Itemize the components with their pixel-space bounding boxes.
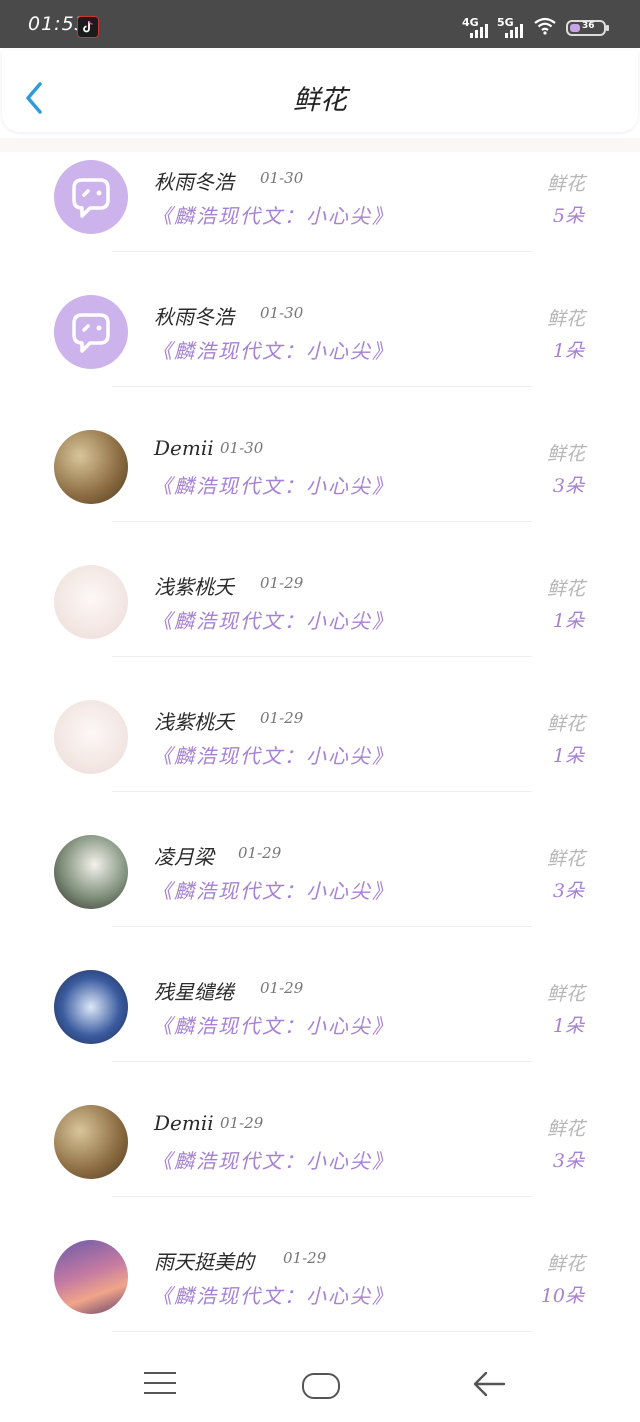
avatar[interactable]: [54, 1105, 128, 1179]
menu-icon[interactable]: [144, 1372, 176, 1396]
list-item[interactable]: 秋雨冬浩 01-30 《麟浩现代文：小心尖》 鲜花 5朵: [0, 152, 640, 287]
book-title-link[interactable]: 《麟浩现代文：小心尖》: [152, 875, 394, 904]
gift-type: 鲜花: [546, 983, 585, 1005]
gift-count: 3朵: [552, 1150, 584, 1172]
home-icon[interactable]: [302, 1373, 340, 1399]
gift-type: 鲜花: [546, 578, 585, 600]
book-title-link[interactable]: 《麟浩现代文：小心尖》: [152, 1010, 394, 1039]
gift-type: 鲜花: [546, 1253, 585, 1275]
date: 01-29: [238, 844, 282, 862]
book-title-link[interactable]: 《麟浩现代文：小心尖》: [152, 1280, 394, 1309]
divider: [112, 521, 532, 522]
wifi-icon: [534, 17, 556, 35]
gift-count: 1朵: [552, 1015, 584, 1037]
signal-bars-5g-icon: [505, 24, 523, 38]
date: 01-29: [260, 709, 304, 727]
divider: [112, 386, 532, 387]
username: 凌月梁: [154, 845, 214, 869]
username: 残星缱绻: [154, 980, 234, 1004]
chat-bubble-icon: [72, 313, 110, 353]
list-item[interactable]: Demii 01-29 《麟浩现代文：小心尖》 鲜花 3朵: [0, 1097, 640, 1232]
gift-count: 1朵: [552, 745, 584, 767]
username: 秋雨冬浩: [154, 170, 234, 194]
list-item[interactable]: Demii 01-30 《麟浩现代文：小心尖》 鲜花 3朵: [0, 422, 640, 557]
back-arrow-icon[interactable]: [472, 1370, 506, 1398]
gift-count: 3朵: [552, 880, 584, 902]
avatar[interactable]: [54, 970, 128, 1044]
date: 01-29: [260, 979, 304, 997]
divider: [112, 656, 532, 657]
username: 浅紫桃夭: [154, 710, 234, 734]
gift-type: 鲜花: [546, 713, 585, 735]
date: 01-30: [260, 304, 304, 322]
tiktok-notification-icon: [77, 16, 99, 38]
gift-count: 10朵: [540, 1285, 584, 1307]
book-title-link[interactable]: 《麟浩现代文：小心尖》: [152, 200, 394, 229]
divider: [112, 1061, 532, 1062]
list-item[interactable]: 秋雨冬浩 01-30 《麟浩现代文：小心尖》 鲜花 1朵: [0, 287, 640, 422]
page-title: 鲜花: [293, 85, 347, 116]
date: 01-29: [283, 1249, 327, 1267]
avatar[interactable]: [54, 430, 128, 504]
book-title-link[interactable]: 《麟浩现代文：小心尖》: [152, 1145, 394, 1174]
list-item[interactable]: 凌月梁 01-29 《麟浩现代文：小心尖》 鲜花 3朵: [0, 827, 640, 962]
date: 01-30: [220, 439, 264, 457]
avatar[interactable]: [54, 565, 128, 639]
username: 秋雨冬浩: [154, 305, 234, 329]
gift-list: 秋雨冬浩 01-30 《麟浩现代文：小心尖》 鲜花 5朵 秋雨冬浩 01-30 …: [0, 152, 640, 1367]
avatar[interactable]: [54, 295, 128, 369]
avatar[interactable]: [54, 160, 128, 234]
divider: [112, 1331, 532, 1332]
date: 01-30: [260, 169, 304, 187]
gift-type: 鲜花: [546, 443, 585, 465]
gift-count: 1朵: [552, 340, 584, 362]
list-item[interactable]: 浅紫桃夭 01-29 《麟浩现代文：小心尖》 鲜花 1朵: [0, 557, 640, 692]
list-item[interactable]: 残星缱绻 01-29 《麟浩现代文：小心尖》 鲜花 1朵: [0, 962, 640, 1097]
book-title-link[interactable]: 《麟浩现代文：小心尖》: [152, 335, 394, 364]
status-bar: 01:53 4G 5G 36: [0, 0, 640, 48]
gift-count: 5朵: [552, 205, 584, 227]
chat-bubble-icon: [72, 178, 110, 218]
username: Demii: [154, 436, 214, 460]
gift-type: 鲜花: [546, 1118, 585, 1140]
gift-type: 鲜花: [546, 848, 585, 870]
list-item[interactable]: 浅紫桃夭 01-29 《麟浩现代文：小心尖》 鲜花 1朵: [0, 692, 640, 827]
gift-count: 3朵: [552, 475, 584, 497]
battery-level: 36: [582, 21, 595, 31]
date: 01-29: [220, 1114, 264, 1132]
divider: [112, 926, 532, 927]
divider: [112, 791, 532, 792]
book-title-link[interactable]: 《麟浩现代文：小心尖》: [152, 470, 394, 499]
book-title-link[interactable]: 《麟浩现代文：小心尖》: [152, 740, 394, 769]
username: 雨天挺美的: [154, 1250, 254, 1274]
avatar[interactable]: [54, 700, 128, 774]
username: 浅紫桃夭: [154, 575, 234, 599]
username: Demii: [154, 1111, 214, 1135]
gift-count: 1朵: [552, 610, 584, 632]
book-title-link[interactable]: 《麟浩现代文：小心尖》: [152, 605, 394, 634]
avatar[interactable]: [54, 835, 128, 909]
date: 01-29: [260, 574, 304, 592]
gift-type: 鲜花: [546, 308, 585, 330]
battery-icon: 36: [566, 20, 606, 36]
avatar[interactable]: [54, 1240, 128, 1314]
divider: [112, 1196, 532, 1197]
divider: [112, 251, 532, 252]
gift-type: 鲜花: [546, 173, 585, 195]
signal-bars-icon: [470, 24, 488, 38]
